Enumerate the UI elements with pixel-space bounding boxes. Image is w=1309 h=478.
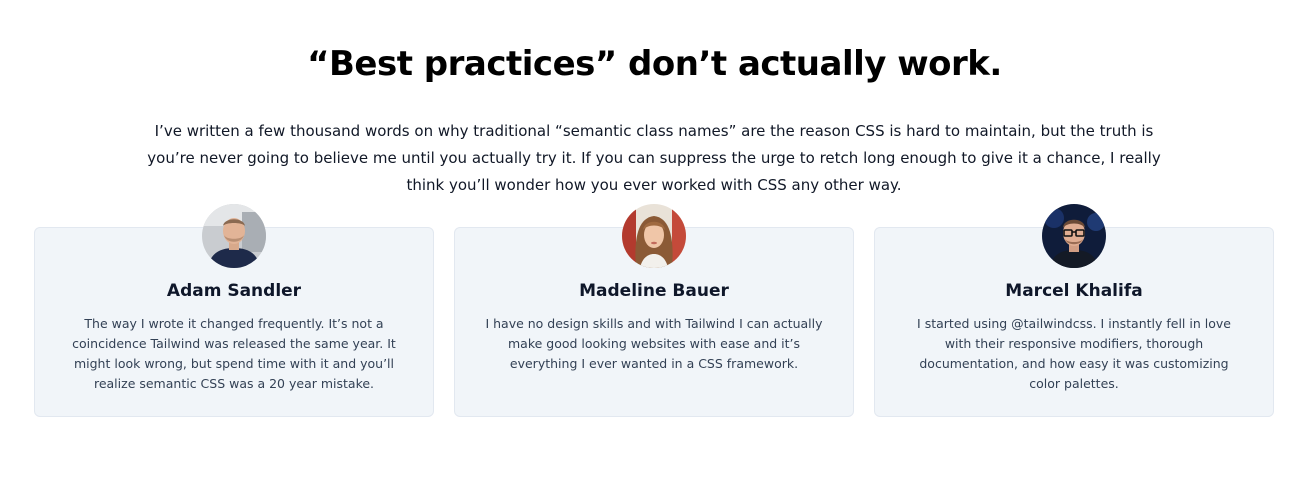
testimonial-name: Adam Sandler <box>166 281 302 301</box>
avatar-photo-man-glasses-icon <box>1042 204 1106 268</box>
testimonials-section: “Best practices” don’t actually work. I’… <box>0 0 1309 478</box>
avatar-photo-woman-icon <box>622 204 686 268</box>
section-intro: I’ve written a few thousand words on why… <box>147 122 1161 194</box>
testimonial-quote: The way I wrote it changed frequently. I… <box>72 316 396 391</box>
testimonial-quote: I started using @tailwindcss. I instantl… <box>917 316 1231 391</box>
testimonial-name: Madeline Bauer <box>579 281 729 301</box>
testimonial-quote: I have no design skills and with Tailwin… <box>485 316 823 371</box>
testimonial-card: Madeline Bauer I have no design skills a… <box>454 204 854 417</box>
testimonial-card: Marcel Khalifa I started using @tailwind… <box>874 204 1274 417</box>
testimonial-card: Adam Sandler The way I wrote it changed … <box>34 204 434 417</box>
section-headline: “Best practices” don’t actually work. <box>307 44 1002 84</box>
testimonial-name: Marcel Khalifa <box>1005 281 1143 301</box>
testimonial-cards: Adam Sandler The way I wrote it changed … <box>34 204 1274 417</box>
avatar-photo-man-icon <box>202 204 266 268</box>
